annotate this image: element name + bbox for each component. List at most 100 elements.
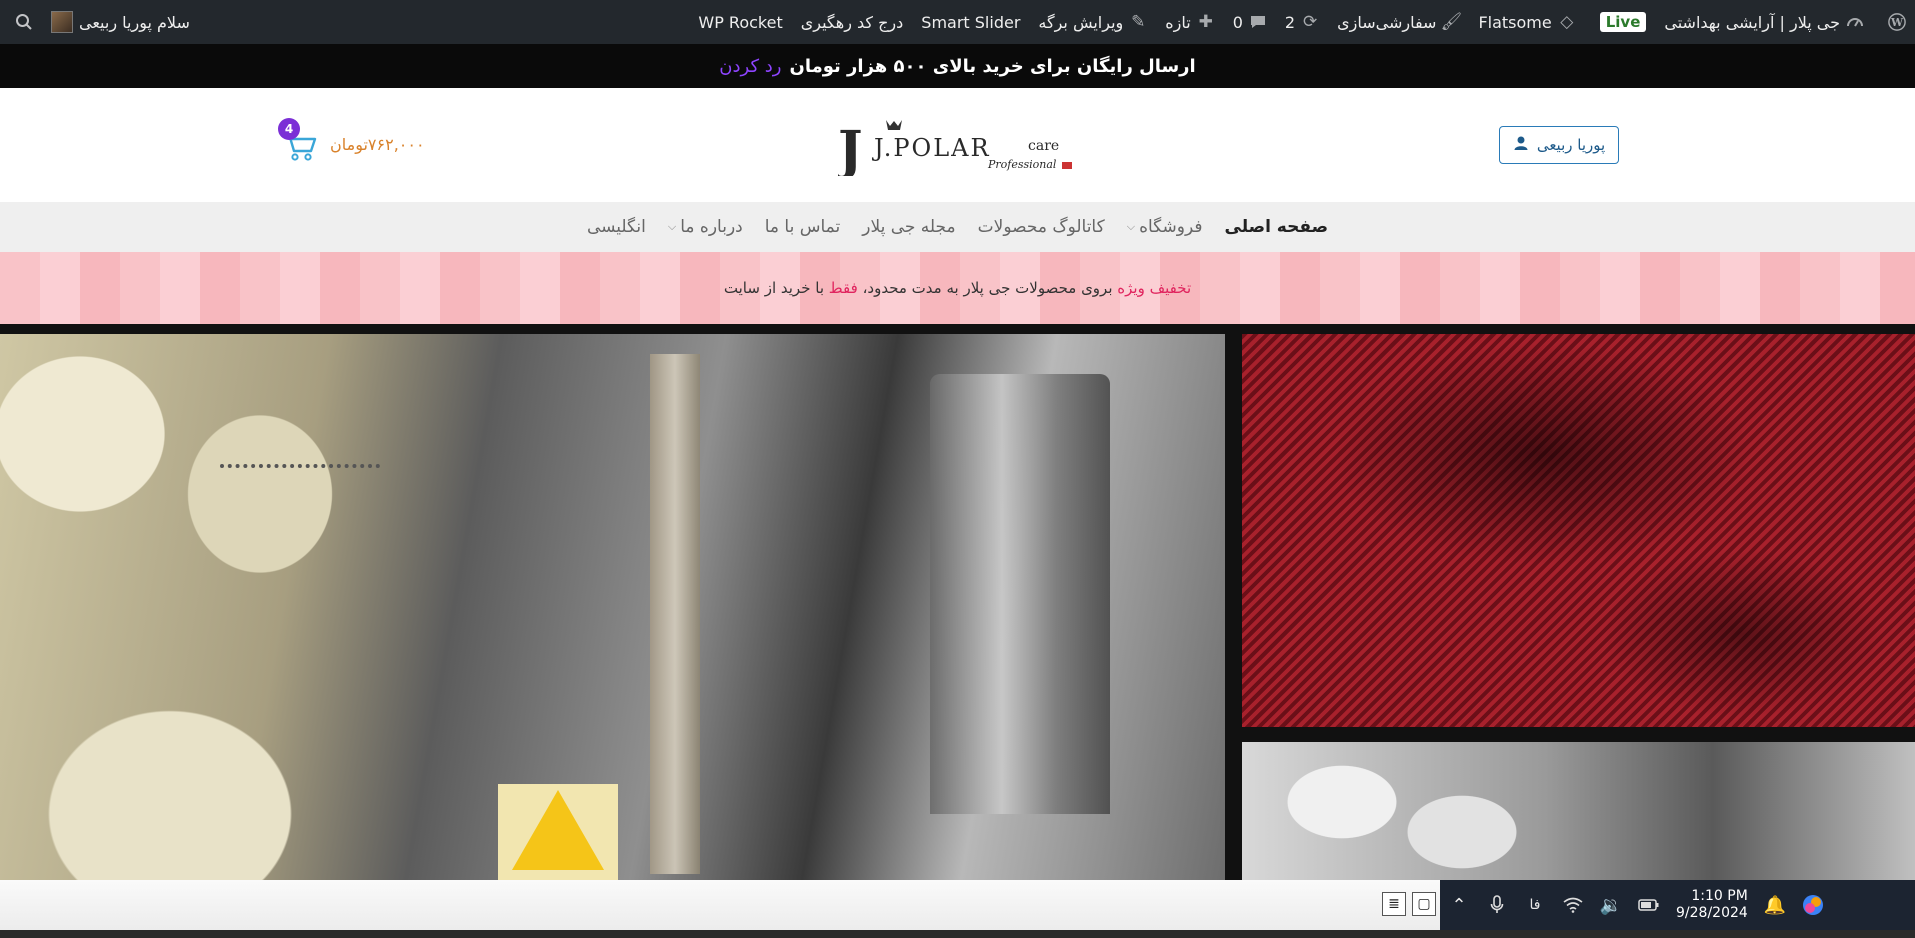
logo-flag [1062,162,1072,169]
customize-label: سفارشی‌سازی [1337,12,1437,32]
updates-link[interactable]: ⟳ 2 [1276,0,1328,44]
chevron-down-icon: ⌵ [1126,220,1136,233]
nav-label: مجله جی پلار [862,217,956,237]
my-account-menu[interactable]: سلام پوریا ربیعی [42,0,199,44]
live-status[interactable]: Live [1585,0,1656,44]
window-view-icon[interactable]: ▢ [1412,892,1436,916]
nav-item-magazine[interactable]: مجله جی پلار [862,217,955,237]
nav-label: صفحه اصلی [1224,217,1329,237]
nav-label: درباره ما [680,217,743,237]
discount-end: با خرید از سایت [723,279,824,297]
search-icon [15,13,33,31]
comments-link[interactable]: 0 [1224,0,1276,44]
language-indicator[interactable]: فا [1516,886,1554,924]
bottom-edge [0,930,1915,938]
pencil-icon: ✎ [1131,12,1146,32]
cart-count-badge: 4 [278,118,300,140]
free-shipping-text: ارسال رایگان برای خرید بالای ۵۰۰ هزار تو… [789,55,1196,77]
microphone-icon[interactable] [1478,886,1516,924]
hero-section [0,324,1915,880]
notification-bell-icon[interactable]: 🔔 [1756,886,1794,924]
user-icon [1513,135,1529,155]
hero-image-detail [220,464,380,468]
site-logo[interactable]: J J.POLAR care Professional [834,118,1074,181]
warning-sign-image [498,784,618,880]
nav-item-shop[interactable]: فروشگاه ⌵ [1127,217,1203,237]
discount-only: فقط [828,279,858,297]
nav-label: فروشگاه [1139,217,1203,237]
comment-icon [1249,13,1267,31]
view-buttons: ≣ ▢ [1382,892,1436,916]
new-label: تازه [1165,12,1191,32]
dismiss-link[interactable]: رد کردن [719,56,781,77]
nav-item-contact[interactable]: تماس با ما [765,217,841,237]
wp-logo-menu[interactable]: W [1873,0,1915,44]
hero-image-detail [1242,334,1915,727]
site-header: پوریا ربیعی J J.POLAR care Professional … [0,88,1915,202]
site-name: جی پلار | آرایشی بهداشتی [1664,12,1840,32]
chevron-up-icon[interactable]: ⌃ [1440,886,1478,924]
nav-label: انگلیسی [586,217,646,237]
discount-highlight[interactable]: تخفیف ویژه [1117,279,1191,297]
hero-side-image-top[interactable] [1242,334,1915,727]
refresh-icon: ⟳ [1302,12,1318,32]
nav-item-home[interactable]: صفحه اصلی [1225,217,1329,237]
tracking-code-label: درج کد رهگیری [800,12,904,32]
volume-icon[interactable]: 🔉 [1592,886,1630,924]
logo-professional: Professional [988,158,1057,171]
flatsome-label: Flatsome [1478,12,1552,32]
admin-search[interactable] [0,0,42,44]
nav-item-about[interactable]: درباره ما ⌵ [668,217,743,237]
hero-image-detail [930,374,1110,814]
discount-banner: تخفیف ویژه بروی محصولات جی پلار به مدت م… [0,252,1915,324]
battery-icon[interactable] [1630,886,1668,924]
warning-triangle [512,790,604,870]
brush-icon: 🖌 [1440,12,1463,32]
main-nav: صفحه اصلی فروشگاه ⌵ کاتالوگ محصولات مجله… [0,202,1915,252]
smart-slider-menu[interactable]: Smart Slider [912,0,1029,44]
wordpress-icon: W [1888,13,1906,31]
edit-page-label: ویرایش برگه [1038,12,1124,32]
cart-icon-wrap: 4 [278,118,318,162]
system-tray: ⌃ فا 🔉 1:10 PM 9/28/2024 🔔 [1440,880,1915,930]
cart-total: ۷۶۲,۰۰۰تومان [330,134,425,154]
smart-slider-label: Smart Slider [921,12,1021,32]
wp-rocket-menu[interactable]: WP Rocket [689,0,791,44]
wifi-icon[interactable] [1554,886,1592,924]
nav-item-english[interactable]: انگلیسی [587,217,646,237]
hero-image-detail [650,354,700,874]
plus-icon: ✚ [1198,12,1213,32]
clock-time: 1:10 PM [1691,887,1748,904]
edit-page-link[interactable]: ✎ ویرایش برگه [1029,0,1156,44]
taskbar-blank-area: ≣ ▢ [0,880,1440,930]
flatsome-menu[interactable]: ◇ Flatsome [1469,0,1584,44]
header-cart[interactable]: 4 ۷۶۲,۰۰۰تومان [278,118,425,164]
nav-label: تماس با ما [764,217,841,237]
logo-care: care [1028,138,1060,154]
copilot-icon[interactable] [1794,886,1832,924]
account-label: پوریا ربیعی [1536,136,1606,154]
new-content-menu[interactable]: ✚ تازه [1156,0,1223,44]
greeting-text: سلام پوریا ربیعی [79,12,190,32]
dashboard-icon [1846,13,1864,31]
account-button[interactable]: پوریا ربیعی [1499,126,1619,164]
avatar [51,11,73,33]
diamond-icon: ◇ [1560,12,1574,32]
wp-admin-bar: W جی پلار | آرایشی بهداشتی Live ◇ Flatso… [0,0,1915,44]
hero-main-image[interactable] [0,334,1225,880]
live-badge: Live [1599,12,1647,32]
hero-side-image-bottom[interactable] [1242,742,1915,880]
tracking-code-menu[interactable]: درج کد رهگیری [792,0,913,44]
nav-label: کاتالوگ محصولات [977,217,1105,237]
nav-item-catalog[interactable]: کاتالوگ محصولات [978,217,1105,237]
site-name-menu[interactable]: جی پلار | آرایشی بهداشتی [1655,0,1873,44]
system-clock[interactable]: 1:10 PM 9/28/2024 [1676,888,1748,923]
clock-date: 9/28/2024 [1676,905,1748,921]
chevron-down-icon: ⌵ [667,220,677,233]
customize-link[interactable]: 🖌 سفارشی‌سازی [1328,0,1469,44]
free-shipping-bar: ارسال رایگان برای خرید بالای ۵۰۰ هزار تو… [0,44,1915,88]
list-view-icon[interactable]: ≣ [1382,892,1406,916]
comments-count: 0 [1232,12,1243,32]
discount-middle: بروی محصولات جی پلار به مدت محدود، [862,279,1113,297]
svg-text:J: J [838,120,863,176]
